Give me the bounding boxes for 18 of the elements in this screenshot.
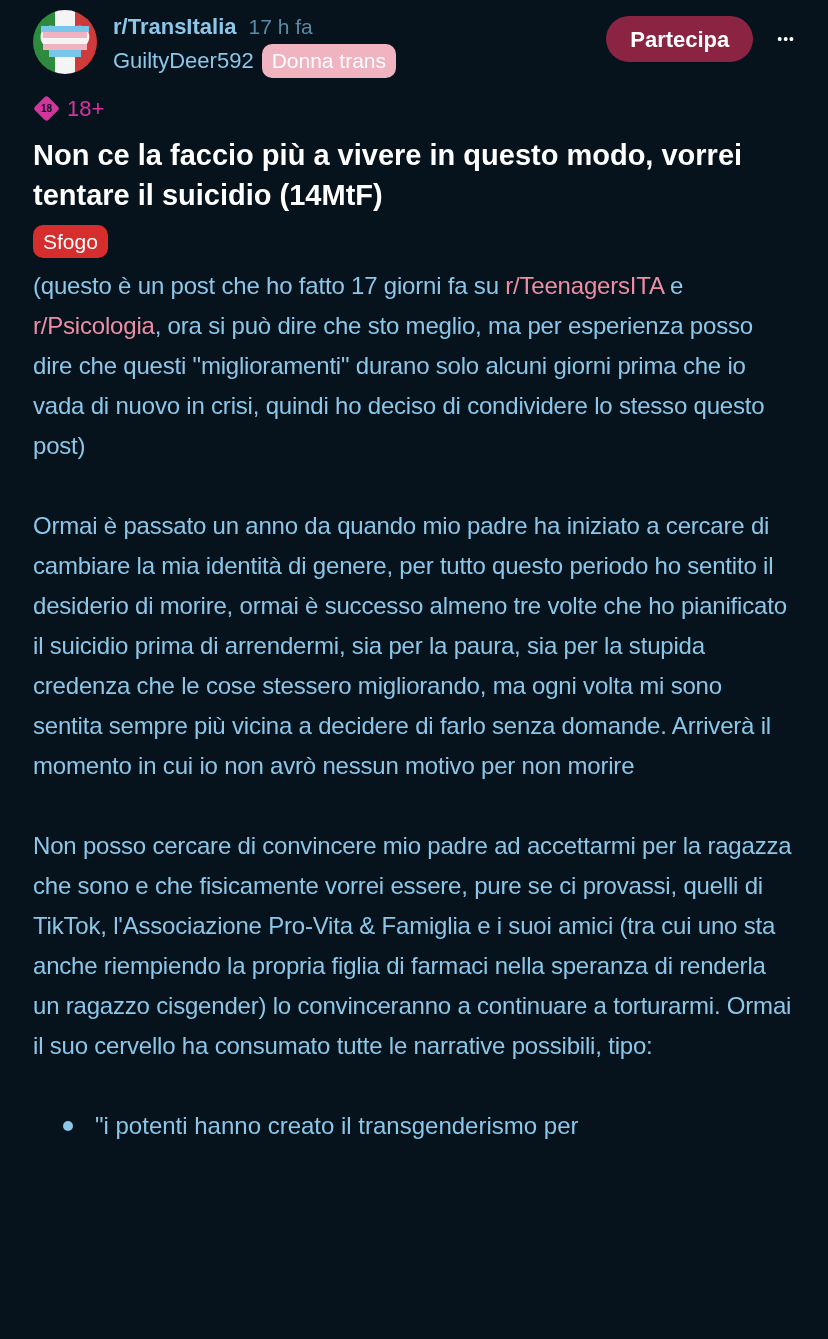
bullet-icon — [63, 1121, 73, 1131]
nsfw-label: 18+ — [67, 94, 105, 123]
subreddit-link[interactable]: r/TeenagersITA — [505, 272, 664, 299]
author-name[interactable]: GuiltyDeer592 — [113, 44, 254, 78]
post-flair[interactable]: Sfogo — [33, 224, 108, 258]
paragraph: (questo è un post che ho fatto 17 giorni fa su r/TeenagersITA e r/Psicologia, ora si può dire che sto meglio, ma per esperienza posso dire che questi "miglioramenti" durano solo alcuni giorni prima che io vada di nuovo in crisi, quindi ho deciso di condividere lo stesso questo post) — [33, 271, 766, 461]
subreddit-link[interactable]: r/Psicologia — [33, 312, 155, 339]
paragraph: Non posso cercare di convincere mio padre ad accettarmi per la ragazza che sono e che fisicamente vorrei essere, pure se ci provassi, quelli di TikTok, l'Associazione Pro-Vita & Famiglia e i suoi amici (tra cui uno sta anche riempiendo la propria figlia di farmaci nella speranza di renderla un ragazzo cisgender) lo convinceranno a continuare a torturarmi. Ormai il suo cervello ha consumato tutte le narrative possibili, tipo: — [33, 831, 793, 1061]
subreddit-name[interactable]: r/TransItalia — [113, 10, 237, 43]
subreddit-avatar[interactable] — [33, 10, 97, 74]
join-button[interactable]: Partecipa — [606, 16, 754, 62]
paragraph: Ormai è passato un anno da quando mio padre ha iniziato a cercare di cambiare la mia identità di genere, per tutto questo periodo ho sentito il desiderio di morire, ormai è successo almeno tre volte che ho pianificato il suicidio prima di arrendermi, sia per la paura, sia per la stupida credenza che le cose stessero migliorando, ma ogni volta mi sono sentita sempre più vicina a decidere di farlo senza domande. Arriverà il momento in cui io non avrò nessun motivo per non morire — [33, 511, 788, 781]
post-time: 17 h fa — [248, 14, 313, 40]
nsfw-icon: 18 — [33, 95, 59, 121]
user-flair: Donna trans — [261, 44, 397, 78]
more-button[interactable]: ••• — [777, 28, 795, 50]
list-item: "i potenti hanno creato il transgenderismo per — [95, 1111, 579, 1141]
post-title: Non ce la faccio più a vivere in questo modo, vorrei tentare il suicidio (14MtF) — [33, 137, 744, 213]
